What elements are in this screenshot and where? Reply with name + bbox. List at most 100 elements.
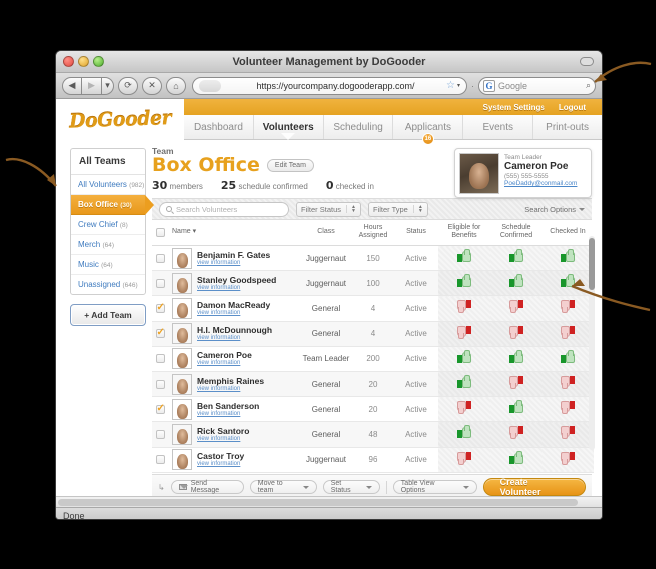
eligible-for-benefits-cell[interactable] xyxy=(438,270,490,296)
thumbs-down-icon[interactable] xyxy=(509,376,523,388)
row-select-checkbox[interactable] xyxy=(155,403,165,414)
row-select-checkbox[interactable] xyxy=(155,429,165,439)
thumbs-up-icon[interactable] xyxy=(509,249,523,263)
add-team-button[interactable]: + Add Team xyxy=(70,304,146,326)
checked-in-cell[interactable] xyxy=(542,421,594,447)
view-information-link[interactable]: view information xyxy=(197,285,276,292)
row-select-checkbox[interactable] xyxy=(155,327,165,339)
thumbs-down-icon[interactable] xyxy=(509,426,523,438)
zoom-window-button[interactable] xyxy=(93,56,104,67)
column-header-hours-assigned[interactable]: Hours Assigned xyxy=(352,220,394,246)
thumbs-up-icon[interactable] xyxy=(509,349,523,363)
view-information-link[interactable]: view information xyxy=(197,310,270,317)
table-row[interactable]: Memphis Raines view information General 20 A… xyxy=(152,371,594,397)
google-icon[interactable]: G xyxy=(483,79,495,92)
eligible-for-benefits-cell[interactable] xyxy=(438,321,490,347)
thumbs-up-icon[interactable] xyxy=(457,249,471,263)
thumbs-down-icon[interactable] xyxy=(561,401,575,413)
schedule-confirmed-cell[interactable] xyxy=(490,371,542,397)
checked-in-cell[interactable] xyxy=(542,270,594,296)
send-message-button[interactable]: Send Message xyxy=(170,480,244,495)
schedule-confirmed-cell[interactable] xyxy=(490,245,542,271)
schedule-confirmed-cell[interactable] xyxy=(490,321,542,347)
thumbs-up-icon[interactable] xyxy=(561,249,575,263)
checked-in-cell[interactable] xyxy=(542,447,594,473)
thumbs-up-icon[interactable] xyxy=(509,274,523,288)
team-leader-card[interactable]: Team Leader Cameron Poe (555) 555-5555 P… xyxy=(454,148,592,198)
sidebar-item-crew-chief[interactable]: Crew Chief (8) xyxy=(71,215,145,235)
eligible-for-benefits-cell[interactable] xyxy=(438,346,490,372)
address-bar[interactable]: https://yourcompany.dogooderapp.com/ ☆ ▾ xyxy=(192,76,467,95)
column-header-checked-in[interactable]: Checked In xyxy=(542,220,594,246)
thumbs-down-icon[interactable] xyxy=(561,426,575,438)
reload-icon[interactable]: ⟳ xyxy=(118,76,138,95)
team-leader-email[interactable]: PoeDaddy@conmail.com xyxy=(504,180,577,187)
view-information-link[interactable]: view information xyxy=(197,411,259,418)
view-information-link[interactable]: view information xyxy=(197,360,252,367)
create-volunteer-button[interactable]: Create Volunteer xyxy=(482,477,586,496)
browser-search-box[interactable]: G Google ⌕ xyxy=(478,76,596,95)
edit-team-button[interactable]: Edit Team xyxy=(266,158,314,172)
system-settings-link[interactable]: System Settings xyxy=(483,103,545,112)
browser-search-input[interactable]: Google xyxy=(498,81,583,91)
table-row[interactable]: Cameron Poe view information Team Leader 20… xyxy=(152,346,594,372)
thumbs-up-icon[interactable] xyxy=(457,375,471,389)
schedule-confirmed-cell[interactable] xyxy=(490,346,542,372)
minimize-window-button[interactable] xyxy=(78,56,89,67)
table-view-options-button[interactable]: Table View Options xyxy=(392,480,477,495)
search-input[interactable]: Search Volunteers xyxy=(159,201,289,217)
column-header-class[interactable]: Class xyxy=(300,220,352,246)
thumbs-down-icon[interactable] xyxy=(509,300,523,312)
table-row[interactable]: Ben Sandersonview information General 20 Ac… xyxy=(152,396,594,422)
thumbs-up-icon[interactable] xyxy=(457,349,471,363)
eligible-for-benefits-cell[interactable] xyxy=(438,421,490,447)
row-select-checkbox[interactable] xyxy=(155,379,165,389)
stop-icon[interactable]: ✕ xyxy=(142,76,162,95)
thumbs-down-icon[interactable] xyxy=(561,376,575,388)
search-icon[interactable]: ⌕ xyxy=(586,80,591,91)
back-icon[interactable]: ◀ xyxy=(62,76,82,95)
row-select-checkbox[interactable] xyxy=(155,253,165,263)
sidebar-item-merch[interactable]: Merch (64) xyxy=(71,235,145,255)
history-dropdown-icon[interactable]: ▾ xyxy=(102,76,114,95)
tab-events[interactable]: Events xyxy=(463,115,534,139)
table-row[interactable]: Rick Santoro view information General 48 Act… xyxy=(152,421,594,447)
table-row[interactable]: Benjamin F. Gates view information Juggern… xyxy=(152,245,594,271)
sidebar-item-unassigned[interactable]: Unassigned (646) xyxy=(71,275,145,294)
tab-applicants[interactable]: Applicants 16 xyxy=(393,115,464,145)
bookmark-star-icon[interactable]: ☆ xyxy=(446,80,455,91)
row-select-checkbox[interactable] xyxy=(155,278,165,288)
eligible-for-benefits-cell[interactable] xyxy=(438,245,490,271)
checked-in-cell[interactable] xyxy=(542,245,594,271)
toggle-toolbar-button[interactable] xyxy=(580,57,594,66)
schedule-confirmed-cell[interactable] xyxy=(490,270,542,296)
window-horizontal-scrollbar[interactable] xyxy=(56,496,602,507)
checked-in-cell[interactable] xyxy=(542,321,594,347)
filter-type-select[interactable]: Filter Type ▲ ▼ xyxy=(367,201,428,217)
view-information-link[interactable]: view information xyxy=(197,436,249,443)
column-header-status[interactable]: Status xyxy=(394,220,438,246)
url-dropdown-icon[interactable]: ▾ xyxy=(457,82,460,89)
tab-dashboard[interactable]: Dashboard xyxy=(184,115,254,139)
close-window-button[interactable] xyxy=(63,56,74,67)
checked-in-cell[interactable] xyxy=(542,371,594,397)
eligible-for-benefits-cell[interactable] xyxy=(438,447,490,473)
checked-in-cell[interactable] xyxy=(542,396,594,422)
table-scrollbar-thumb[interactable] xyxy=(589,238,595,290)
thumbs-up-icon[interactable] xyxy=(509,400,523,414)
column-header-name[interactable]: Name ▾ xyxy=(168,220,300,246)
eligible-for-benefits-cell[interactable] xyxy=(438,371,490,397)
view-information-link[interactable]: view information xyxy=(197,386,264,393)
thumbs-down-icon[interactable] xyxy=(509,325,523,338)
table-row[interactable]: Damon MacReadyview information General 4 Ac… xyxy=(152,295,594,322)
table-row[interactable]: Stanley Goodspeed view information Juggern… xyxy=(152,270,594,296)
set-status-button[interactable]: Set Status xyxy=(322,480,380,495)
view-information-link[interactable]: view information xyxy=(197,260,270,267)
column-header-eligible-for-benefits[interactable]: Eligible for Benefits xyxy=(438,220,490,246)
checked-in-cell[interactable] xyxy=(542,295,594,322)
tab-volunteers[interactable]: Volunteers xyxy=(254,115,324,140)
sidebar-item-all-volunteers[interactable]: All Volunteers (982) xyxy=(71,175,145,195)
select-all-checkbox[interactable] xyxy=(155,227,165,237)
thumbs-down-icon[interactable] xyxy=(561,451,575,464)
thumbs-up-icon[interactable] xyxy=(457,425,471,439)
